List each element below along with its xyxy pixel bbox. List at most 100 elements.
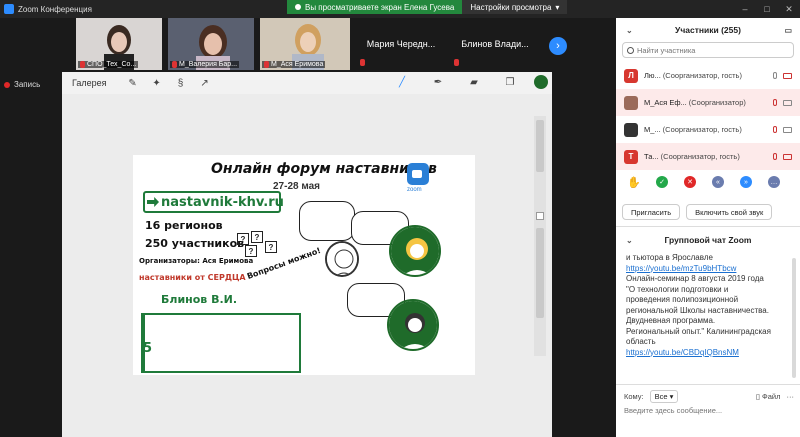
participant-actions: Пригласить Включить свой звук (622, 204, 773, 220)
share-message: Вы просматриваете экран Елена Гусева (287, 0, 463, 14)
participants-header: ⌄ Участники (255) ▭ (616, 18, 800, 42)
pen-icon[interactable]: ╱ (395, 75, 409, 89)
share-message-text: Вы просматриваете экран Елена Гусева (305, 2, 455, 12)
participant-status (773, 72, 792, 79)
file-label: Файл (762, 392, 781, 401)
annotation-toolbar: Галерея ✎ ✦ § ↗ ╱ ✒ ▰ ❐ (62, 72, 552, 94)
arrow-icon[interactable]: ↗ (198, 76, 212, 90)
eraser-icon[interactable]: ▰ (467, 75, 481, 89)
avatar: Л (624, 68, 638, 83)
file-icon: ▯ (755, 392, 760, 401)
video-tile[interactable]: М_Валерия Бар... (168, 18, 254, 70)
unmute-button[interactable]: Включить свой звук (686, 204, 773, 220)
color-picker-button[interactable] (534, 75, 548, 89)
avatar (624, 95, 638, 110)
participants-title: Участники (255) (675, 25, 741, 35)
minimize-button[interactable]: – (734, 0, 756, 18)
layers-icon[interactable]: ❐ (503, 75, 517, 89)
chat-link[interactable]: https://youtu.be/mzTu9bHTbcw (626, 264, 786, 275)
participant-search[interactable] (622, 42, 794, 58)
video-tile[interactable]: СПО_Тех_Со... (76, 18, 162, 70)
participant-status (773, 99, 792, 106)
chat-line: региональной Школы наставничества. (626, 305, 769, 315)
question-box: ? (237, 233, 249, 245)
close-button[interactable]: ✕ (778, 0, 800, 18)
recording-label: Запись (14, 80, 41, 89)
chat-line: Двудневная программа. (626, 316, 716, 325)
chat-link[interactable]: https://youtu.be/CBDqIQBnsNM (626, 348, 786, 359)
window-title: Zoom Конференция (18, 4, 92, 14)
more-icon[interactable]: ··· (787, 392, 795, 401)
speaker-notes-frame (141, 313, 301, 373)
raise-hand-icon[interactable]: ✋ (627, 176, 641, 189)
chevron-down-icon: ▾ (669, 392, 674, 401)
curve-icon[interactable]: § (174, 76, 188, 90)
file-button[interactable]: ▯ Файл (756, 392, 781, 401)
participant-role: (Соорганизатор) (688, 98, 746, 107)
participant-row[interactable]: М_Ася Еф... (Соорганизатор) (616, 89, 800, 116)
question-box: ? (245, 245, 257, 257)
avatar: Т (624, 149, 638, 164)
portrait-sketch (325, 241, 359, 277)
mic-muted-icon (454, 59, 459, 66)
speech-bubble (299, 201, 355, 241)
participant-row[interactable]: Л Лю... (Соорганизатор, гость) (616, 62, 800, 89)
scroll-marker (536, 212, 544, 220)
tile-name-text: М_Валерия Бар... (179, 61, 238, 68)
chevron-down-icon: ▾ (555, 2, 560, 12)
to-label: Кому: (624, 392, 644, 401)
chat-line: и тьютора в Ярославле (626, 253, 713, 262)
divider (616, 226, 800, 227)
participant-role: (Соорганизатор, гость) (660, 152, 740, 161)
mic-muted-icon (172, 61, 177, 68)
scroll-thumb[interactable] (536, 120, 544, 172)
maximize-button[interactable]: □ (756, 0, 778, 18)
question-box: ? (265, 241, 277, 253)
participant-name: Лю... (644, 71, 661, 80)
chevron-down-icon[interactable]: ⌄ (626, 26, 633, 35)
gallery-label[interactable]: Галерея (72, 78, 107, 88)
chat-line: Региональный опыт." Калининградская (626, 326, 771, 336)
participant-status (773, 153, 792, 160)
slide-regions: 16 регионов (145, 219, 223, 232)
tile-name-text: Блинов Влади... (461, 39, 529, 49)
recording-indicator[interactable]: Запись (4, 80, 40, 89)
chat-input[interactable] (624, 406, 789, 415)
wrench-icon[interactable]: ✎ (126, 76, 140, 90)
yes-icon[interactable]: ✓ (656, 176, 668, 188)
participant-role: (Соорганизатор, гость) (662, 71, 742, 80)
faster-icon[interactable]: » (740, 176, 752, 188)
chat-messages: и тьютора в Ярославле https://youtu.be/m… (626, 253, 786, 358)
slower-icon[interactable]: « (712, 176, 724, 188)
participant-list: Л Лю... (Соорганизатор, гость) М_Ася Еф.… (616, 62, 800, 170)
tile-name: СПО_Тех_Со... (78, 61, 139, 68)
mic-muted-icon (773, 153, 777, 160)
video-tile[interactable]: М_Ася Еримова (260, 18, 350, 70)
marker-icon[interactable]: ✒ (431, 75, 445, 89)
scroll-thumb-lower[interactable] (536, 228, 544, 318)
participant-row[interactable]: Т Та... (Соорганизатор, гость) (616, 143, 800, 170)
invite-button[interactable]: Пригласить (622, 204, 681, 220)
slide-organizers: Организаторы: Ася Еримова (139, 257, 254, 265)
search-input[interactable] (637, 45, 787, 55)
chat-recipient-row: Кому: Все ▾ ▯ Файл ··· (624, 390, 794, 403)
chevron-right-icon[interactable]: › (549, 37, 567, 55)
slide-title: Онлайн форум наставников (211, 161, 437, 177)
tile-name-text: М_Ася Еримова (271, 61, 324, 68)
video-tile[interactable]: Блинов Влади... (450, 18, 540, 70)
video-tile[interactable]: Мария Чередн... (356, 18, 446, 70)
video-gallery: СПО_Тех_Со... М_Валерия Бар... М_Ася Ери… (0, 18, 616, 70)
no-icon[interactable]: ✕ (684, 176, 696, 188)
chevron-down-icon[interactable]: ⌄ (626, 236, 633, 245)
search-icon (627, 46, 634, 54)
side-panel: ⌄ Участники (255) ▭ Л Лю... (Соорганизат… (616, 18, 800, 437)
avatar (624, 122, 638, 137)
magic-wand-icon[interactable]: ✦ (150, 76, 164, 90)
recipient-select[interactable]: Все ▾ (649, 390, 679, 403)
participant-row[interactable]: М_... (Соорганизатор, гость) (616, 116, 800, 143)
tile-name: М_Валерия Бар... (170, 61, 240, 68)
chat-scrollbar[interactable] (792, 258, 796, 378)
popout-icon[interactable]: ▭ (784, 26, 792, 35)
more-icon[interactable]: … (768, 176, 780, 188)
view-options-button[interactable]: Настройки просмотра ▾ (462, 0, 568, 14)
